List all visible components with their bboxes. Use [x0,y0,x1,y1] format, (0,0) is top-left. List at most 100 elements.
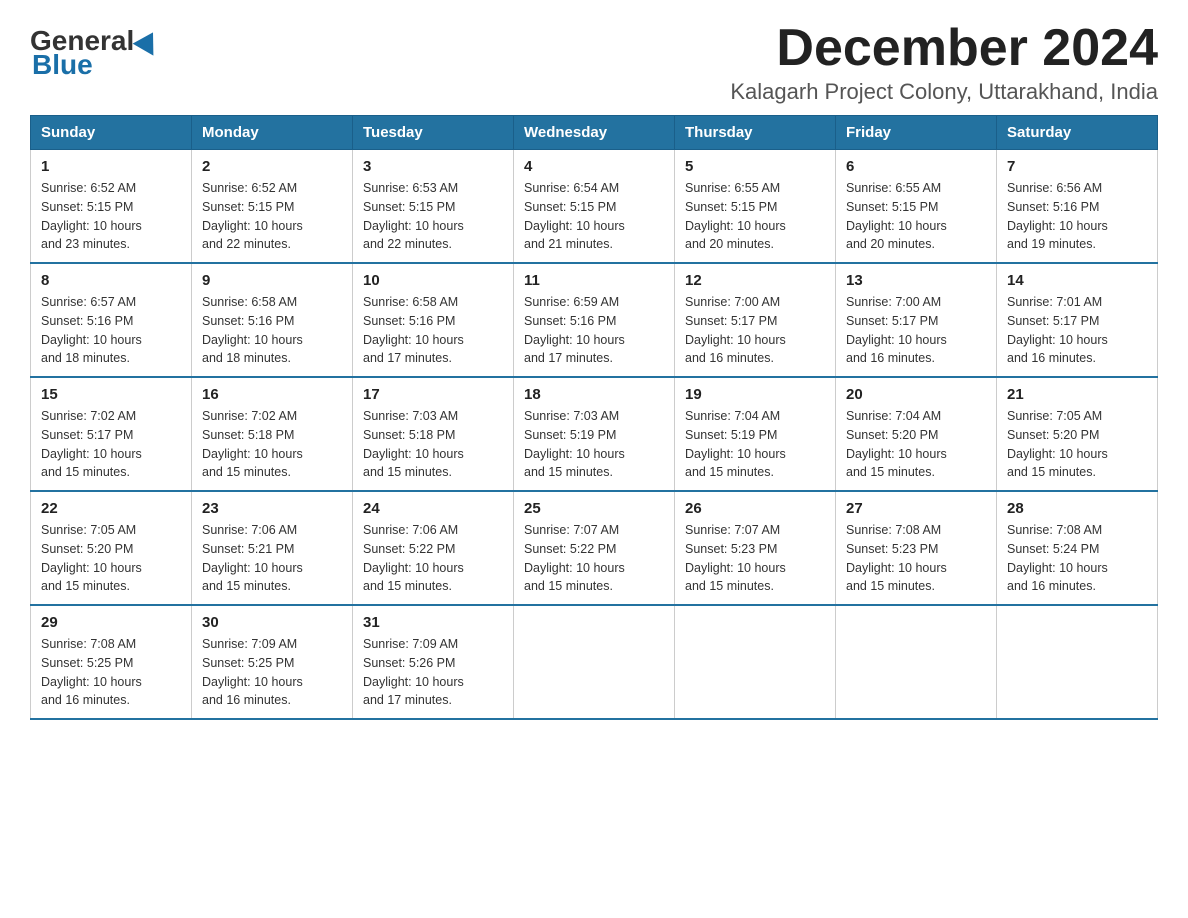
calendar-week-row: 8 Sunrise: 6:57 AM Sunset: 5:16 PM Dayli… [31,263,1158,377]
title-area: December 2024 Kalagarh Project Colony, U… [730,20,1158,105]
calendar-week-row: 15 Sunrise: 7:02 AM Sunset: 5:17 PM Dayl… [31,377,1158,491]
calendar-day-cell: 29 Sunrise: 7:08 AM Sunset: 5:25 PM Dayl… [31,605,192,719]
day-info: Sunrise: 6:52 AM Sunset: 5:15 PM Dayligh… [41,179,181,254]
day-info: Sunrise: 7:00 AM Sunset: 5:17 PM Dayligh… [846,293,986,368]
day-number: 5 [685,158,825,175]
day-number: 20 [846,386,986,403]
day-info: Sunrise: 6:53 AM Sunset: 5:15 PM Dayligh… [363,179,503,254]
day-number: 12 [685,272,825,289]
day-info: Sunrise: 6:59 AM Sunset: 5:16 PM Dayligh… [524,293,664,368]
calendar-day-cell: 16 Sunrise: 7:02 AM Sunset: 5:18 PM Dayl… [192,377,353,491]
day-info: Sunrise: 7:09 AM Sunset: 5:26 PM Dayligh… [363,635,503,710]
day-of-week-header: Monday [192,116,353,150]
day-number: 21 [1007,386,1147,403]
day-of-week-header: Wednesday [514,116,675,150]
day-number: 27 [846,500,986,517]
day-number: 15 [41,386,181,403]
calendar-day-cell: 8 Sunrise: 6:57 AM Sunset: 5:16 PM Dayli… [31,263,192,377]
calendar-day-cell: 25 Sunrise: 7:07 AM Sunset: 5:22 PM Dayl… [514,491,675,605]
day-info: Sunrise: 7:07 AM Sunset: 5:22 PM Dayligh… [524,521,664,596]
day-number: 18 [524,386,664,403]
day-info: Sunrise: 6:52 AM Sunset: 5:15 PM Dayligh… [202,179,342,254]
day-info: Sunrise: 7:03 AM Sunset: 5:19 PM Dayligh… [524,407,664,482]
calendar-day-cell [514,605,675,719]
day-info: Sunrise: 6:56 AM Sunset: 5:16 PM Dayligh… [1007,179,1147,254]
day-info: Sunrise: 7:08 AM Sunset: 5:24 PM Dayligh… [1007,521,1147,596]
day-info: Sunrise: 7:07 AM Sunset: 5:23 PM Dayligh… [685,521,825,596]
calendar-day-cell: 22 Sunrise: 7:05 AM Sunset: 5:20 PM Dayl… [31,491,192,605]
day-number: 25 [524,500,664,517]
day-number: 31 [363,614,503,631]
day-number: 4 [524,158,664,175]
day-number: 28 [1007,500,1147,517]
day-number: 8 [41,272,181,289]
calendar-day-cell: 12 Sunrise: 7:00 AM Sunset: 5:17 PM Dayl… [675,263,836,377]
calendar-day-cell: 15 Sunrise: 7:02 AM Sunset: 5:17 PM Dayl… [31,377,192,491]
day-info: Sunrise: 7:08 AM Sunset: 5:23 PM Dayligh… [846,521,986,596]
day-number: 1 [41,158,181,175]
day-info: Sunrise: 7:00 AM Sunset: 5:17 PM Dayligh… [685,293,825,368]
day-number: 26 [685,500,825,517]
day-number: 2 [202,158,342,175]
day-info: Sunrise: 7:04 AM Sunset: 5:20 PM Dayligh… [846,407,986,482]
day-number: 10 [363,272,503,289]
day-info: Sunrise: 7:01 AM Sunset: 5:17 PM Dayligh… [1007,293,1147,368]
day-number: 23 [202,500,342,517]
day-info: Sunrise: 6:58 AM Sunset: 5:16 PM Dayligh… [363,293,503,368]
day-of-week-header: Thursday [675,116,836,150]
calendar-day-cell: 10 Sunrise: 6:58 AM Sunset: 5:16 PM Dayl… [353,263,514,377]
day-number: 13 [846,272,986,289]
logo-triangle-icon [133,26,164,55]
calendar-week-row: 1 Sunrise: 6:52 AM Sunset: 5:15 PM Dayli… [31,150,1158,264]
day-info: Sunrise: 7:05 AM Sunset: 5:20 PM Dayligh… [1007,407,1147,482]
day-info: Sunrise: 7:03 AM Sunset: 5:18 PM Dayligh… [363,407,503,482]
day-of-week-header: Tuesday [353,116,514,150]
calendar-day-cell: 14 Sunrise: 7:01 AM Sunset: 5:17 PM Dayl… [997,263,1158,377]
calendar-day-cell: 18 Sunrise: 7:03 AM Sunset: 5:19 PM Dayl… [514,377,675,491]
day-info: Sunrise: 7:02 AM Sunset: 5:18 PM Dayligh… [202,407,342,482]
day-info: Sunrise: 6:57 AM Sunset: 5:16 PM Dayligh… [41,293,181,368]
calendar-week-row: 29 Sunrise: 7:08 AM Sunset: 5:25 PM Dayl… [31,605,1158,719]
calendar-day-cell: 1 Sunrise: 6:52 AM Sunset: 5:15 PM Dayli… [31,150,192,264]
day-info: Sunrise: 7:02 AM Sunset: 5:17 PM Dayligh… [41,407,181,482]
calendar-day-cell: 2 Sunrise: 6:52 AM Sunset: 5:15 PM Dayli… [192,150,353,264]
day-info: Sunrise: 7:06 AM Sunset: 5:22 PM Dayligh… [363,521,503,596]
calendar-day-cell: 17 Sunrise: 7:03 AM Sunset: 5:18 PM Dayl… [353,377,514,491]
calendar-day-cell: 27 Sunrise: 7:08 AM Sunset: 5:23 PM Dayl… [836,491,997,605]
calendar-day-cell [675,605,836,719]
day-number: 29 [41,614,181,631]
day-info: Sunrise: 7:04 AM Sunset: 5:19 PM Dayligh… [685,407,825,482]
calendar-header-row: SundayMondayTuesdayWednesdayThursdayFrid… [31,116,1158,150]
day-info: Sunrise: 7:05 AM Sunset: 5:20 PM Dayligh… [41,521,181,596]
day-number: 16 [202,386,342,403]
calendar-day-cell: 5 Sunrise: 6:55 AM Sunset: 5:15 PM Dayli… [675,150,836,264]
calendar-day-cell: 26 Sunrise: 7:07 AM Sunset: 5:23 PM Dayl… [675,491,836,605]
calendar-table: SundayMondayTuesdayWednesdayThursdayFrid… [30,115,1158,720]
day-number: 22 [41,500,181,517]
day-info: Sunrise: 7:06 AM Sunset: 5:21 PM Dayligh… [202,521,342,596]
calendar-day-cell: 3 Sunrise: 6:53 AM Sunset: 5:15 PM Dayli… [353,150,514,264]
month-title: December 2024 [730,20,1158,77]
logo-blue-text: Blue [32,49,93,81]
logo: General Blue [30,25,162,81]
day-info: Sunrise: 7:09 AM Sunset: 5:25 PM Dayligh… [202,635,342,710]
day-number: 7 [1007,158,1147,175]
calendar-week-row: 22 Sunrise: 7:05 AM Sunset: 5:20 PM Dayl… [31,491,1158,605]
day-number: 6 [846,158,986,175]
calendar-day-cell: 24 Sunrise: 7:06 AM Sunset: 5:22 PM Dayl… [353,491,514,605]
calendar-day-cell: 31 Sunrise: 7:09 AM Sunset: 5:26 PM Dayl… [353,605,514,719]
day-number: 19 [685,386,825,403]
calendar-day-cell: 13 Sunrise: 7:00 AM Sunset: 5:17 PM Dayl… [836,263,997,377]
day-number: 24 [363,500,503,517]
calendar-day-cell: 7 Sunrise: 6:56 AM Sunset: 5:16 PM Dayli… [997,150,1158,264]
day-number: 14 [1007,272,1147,289]
calendar-day-cell: 11 Sunrise: 6:59 AM Sunset: 5:16 PM Dayl… [514,263,675,377]
day-number: 11 [524,272,664,289]
calendar-day-cell: 9 Sunrise: 6:58 AM Sunset: 5:16 PM Dayli… [192,263,353,377]
day-info: Sunrise: 6:55 AM Sunset: 5:15 PM Dayligh… [846,179,986,254]
calendar-day-cell: 20 Sunrise: 7:04 AM Sunset: 5:20 PM Dayl… [836,377,997,491]
calendar-day-cell: 23 Sunrise: 7:06 AM Sunset: 5:21 PM Dayl… [192,491,353,605]
day-info: Sunrise: 6:55 AM Sunset: 5:15 PM Dayligh… [685,179,825,254]
calendar-day-cell: 6 Sunrise: 6:55 AM Sunset: 5:15 PM Dayli… [836,150,997,264]
day-of-week-header: Saturday [997,116,1158,150]
